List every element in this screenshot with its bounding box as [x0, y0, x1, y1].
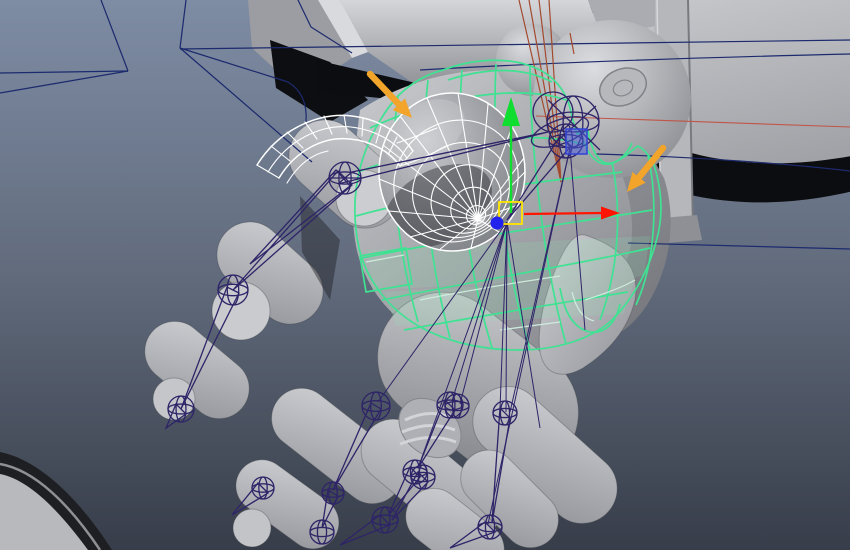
thumb-mid-cap — [211, 281, 271, 341]
selected-joint-highlight — [565, 128, 588, 155]
viewport-3d[interactable] — [0, 0, 850, 550]
gizmo-z-axis-handle[interactable] — [490, 216, 504, 230]
sphere-pole — [475, 216, 481, 222]
viewport-canvas[interactable] — [0, 0, 850, 550]
finger-tip-cap — [232, 508, 272, 548]
